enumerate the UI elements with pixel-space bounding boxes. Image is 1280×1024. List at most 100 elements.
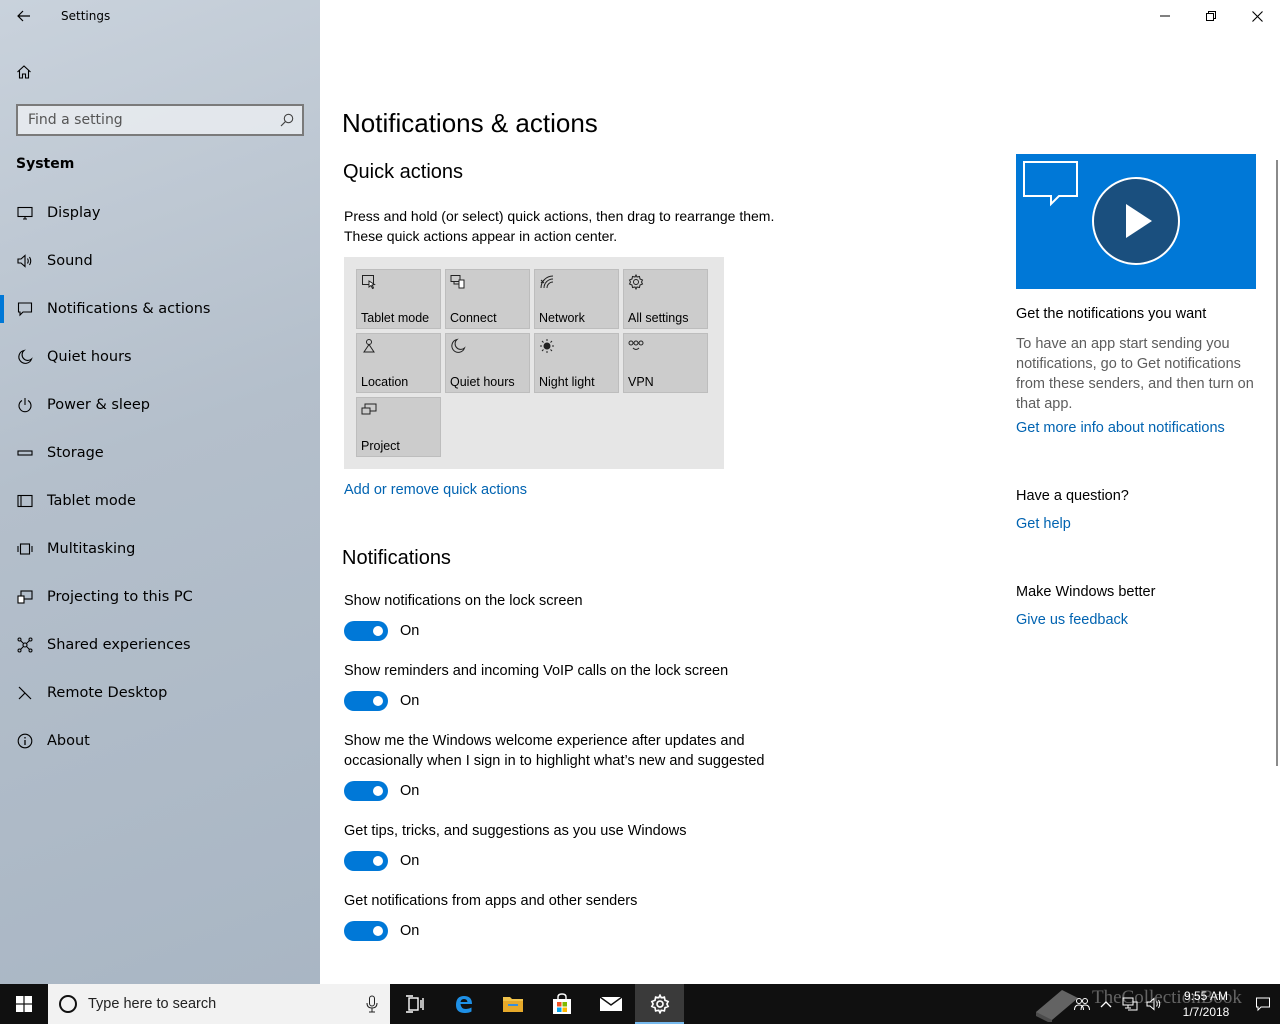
back-button[interactable]: [0, 0, 48, 32]
start-button[interactable]: [0, 984, 48, 1024]
sidebar-item-quiet-hours[interactable]: Quiet hours: [0, 333, 320, 381]
sidebar-item-power-sleep[interactable]: Power & sleep: [0, 381, 320, 429]
lock-screen-notifications-toggle[interactable]: [344, 621, 388, 641]
sidebar-item-tablet-mode[interactable]: Tablet mode: [0, 477, 320, 525]
toggle-state: On: [400, 623, 420, 639]
info-icon: [0, 717, 48, 765]
sidebar-item-about[interactable]: About: [0, 717, 320, 765]
home-button[interactable]: [0, 52, 48, 92]
quick-actions-description: Press and hold (or select) quick actions…: [344, 208, 775, 244]
notifications-video-thumbnail[interactable]: [1016, 154, 1256, 289]
setting-tips-tricks-row: On: [344, 851, 419, 871]
welcome-experience-toggle[interactable]: [344, 781, 388, 801]
brightness-icon: [540, 339, 554, 353]
close-icon: [1251, 10, 1263, 22]
people-button[interactable]: [1070, 984, 1094, 1024]
tips-tricks-toggle[interactable]: [344, 851, 388, 871]
taskbar-mail-button[interactable]: [586, 984, 635, 1024]
network-tray-button[interactable]: [1118, 984, 1142, 1024]
taskbar-search-box[interactable]: Type here to search: [48, 984, 390, 1024]
sidebar-section-label: System: [16, 156, 75, 172]
close-button[interactable]: [1234, 0, 1280, 32]
task-view-icon: [405, 995, 424, 1013]
feedback-title: Make Windows better: [1016, 584, 1156, 600]
show-hidden-icons-button[interactable]: [1094, 984, 1118, 1024]
quick-action-network[interactable]: Network: [534, 269, 619, 329]
action-center-button[interactable]: [1246, 984, 1280, 1024]
setting-lock-screen-notifications-label: Show notifications on the lock screen: [344, 593, 583, 609]
titlebar-left: Settings: [0, 0, 320, 32]
sidebar-item-projecting[interactable]: Projecting to this PC: [0, 573, 320, 621]
sidebar-item-notifications[interactable]: Notifications & actions: [0, 285, 320, 333]
reminders-voip-toggle[interactable]: [344, 691, 388, 711]
minimize-button[interactable]: [1142, 0, 1188, 32]
quick-action-label: Tablet mode: [361, 311, 430, 325]
taskbar-settings-button[interactable]: [635, 984, 684, 1024]
settings-search-input[interactable]: [18, 106, 272, 134]
setting-lock-screen-notifications-row: On: [344, 621, 419, 641]
sidebar-item-shared-experiences[interactable]: Shared experiences: [0, 621, 320, 669]
get-help-link[interactable]: Get help: [1016, 516, 1071, 532]
taskbar-file-explorer-button[interactable]: [488, 984, 537, 1024]
toggle-knob: [373, 786, 383, 796]
question-title: Have a question?: [1016, 488, 1129, 504]
folder-icon: [502, 997, 523, 1012]
sidebar-item-label: Notifications & actions: [47, 301, 211, 317]
sidebar-item-sound[interactable]: Sound: [0, 237, 320, 285]
notifications-heading: Notifications: [342, 547, 451, 569]
power-icon: [0, 381, 48, 429]
toggle-state: On: [400, 783, 420, 799]
settings-search-box[interactable]: [16, 104, 304, 136]
sidebar-item-storage[interactable]: Storage: [0, 429, 320, 477]
location-icon: [363, 339, 375, 353]
quick-action-label: Quiet hours: [450, 375, 515, 389]
moon-icon: [451, 338, 466, 353]
sidebar-item-display[interactable]: Display: [0, 189, 320, 237]
gear-icon: [650, 994, 669, 1014]
add-remove-quick-actions-link[interactable]: Add or remove quick actions: [344, 482, 527, 498]
search-icon: [280, 113, 294, 127]
app-title: Settings: [61, 9, 111, 23]
restore-button[interactable]: [1188, 0, 1234, 32]
setting-reminders-voip-row: On: [344, 691, 419, 711]
quick-action-vpn[interactable]: VPN: [623, 333, 708, 393]
taskbar-store-button[interactable]: [537, 984, 586, 1024]
chevron-up-icon: [1100, 1001, 1112, 1008]
quick-action-label: Connect: [450, 311, 497, 325]
monitor-icon: [0, 189, 48, 237]
volume-tray-button[interactable]: [1142, 984, 1166, 1024]
quick-action-label: Location: [361, 375, 409, 389]
quick-action-all-settings[interactable]: All settings: [623, 269, 708, 329]
sidebar-item-multitasking[interactable]: Multitasking: [0, 525, 320, 573]
quick-action-label: Project: [361, 439, 400, 453]
quick-action-tablet-mode[interactable]: Tablet mode: [356, 269, 441, 329]
quick-action-project[interactable]: Project: [356, 397, 441, 457]
sidebar-item-label: Power & sleep: [47, 397, 150, 413]
sidebar-item-label: Projecting to this PC: [47, 589, 193, 605]
quick-action-night-light[interactable]: Night light: [534, 333, 619, 393]
quick-action-label: Night light: [539, 375, 595, 389]
microphone-icon[interactable]: [366, 995, 378, 1013]
taskbar-edge-button[interactable]: [439, 984, 488, 1024]
quick-action-quiet-hours[interactable]: Quiet hours: [445, 333, 530, 393]
quick-action-label: Network: [539, 311, 585, 325]
windows-logo-icon: [16, 996, 32, 1012]
quick-action-location[interactable]: Location: [356, 333, 441, 393]
taskbar-clock[interactable]: 9:55 AM 1/7/2018: [1166, 988, 1246, 1020]
give-feedback-link[interactable]: Give us feedback: [1016, 612, 1128, 628]
speaker-icon: [0, 237, 48, 285]
sidebar-item-label: Remote Desktop: [47, 685, 168, 701]
clock-time: 9:55 AM: [1183, 989, 1229, 1003]
search-button[interactable]: [272, 106, 302, 134]
speaker-icon: [1146, 997, 1161, 1011]
task-view-button[interactable]: [390, 984, 439, 1024]
sidebar-item-remote-desktop[interactable]: Remote Desktop: [0, 669, 320, 717]
quick-actions-heading: Quick actions: [343, 161, 464, 183]
setting-welcome-experience-row: On: [344, 781, 419, 801]
more-info-notifications-link[interactable]: Get more info about notifications: [1016, 420, 1225, 436]
network-icon: [1122, 997, 1138, 1011]
toggle-state: On: [400, 853, 420, 869]
quick-action-connect[interactable]: Connect: [445, 269, 530, 329]
app-notifications-toggle[interactable]: [344, 921, 388, 941]
scrollbar[interactable]: [1276, 160, 1278, 766]
